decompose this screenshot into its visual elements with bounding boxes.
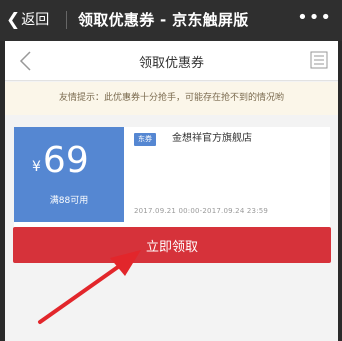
back-label: 返回 — [21, 12, 50, 28]
page-title: 领取优惠券 — [138, 56, 204, 71]
back-button[interactable]: ❮ 返回 — [6, 10, 49, 30]
currency-symbol: ¥ — [32, 159, 41, 175]
chevron-left-icon: ❮ — [6, 10, 21, 30]
coupon-amount: 69 — [42, 140, 89, 181]
more-icon[interactable]: ••• — [297, 6, 332, 30]
screen: ❮ 返回 领取优惠券 - 京东触屏版 ••• 领取优惠券 友情提示：此优惠券十分… — [0, 0, 342, 341]
coupon-info: 东券 金想祥官方旗舰店 2017.09.21 00:00-2017.09.24 … — [132, 127, 330, 222]
coupon-validity: 2017.09.21 00:00-2017.09.24 23:59 — [134, 207, 269, 215]
top-bar: ❮ 返回 领取优惠券 - 京东触屏版 ••• — [0, 0, 342, 41]
coupon-type-badge: 东券 — [134, 133, 156, 146]
coupon-condition: 满88可用 — [49, 196, 89, 206]
window-title: 领取优惠券 - 京东触屏版 — [78, 11, 249, 29]
nav-bar: 领取优惠券 — [5, 41, 338, 81]
divider — [66, 11, 67, 29]
coupon-value-block: ¥ 69 满88可用 — [14, 127, 124, 222]
tip-banner: 友情提示：此优惠券十分抢手，可能存在抢不到的情况哟 — [5, 82, 338, 115]
coupon-price: ¥ 69 — [32, 141, 89, 181]
menu-icon[interactable] — [310, 51, 328, 69]
shop-name: 金想祥官方旗舰店 — [172, 133, 252, 144]
page: 领取优惠券 友情提示：此优惠券十分抢手，可能存在抢不到的情况哟 ¥ 69 满88… — [5, 41, 338, 341]
claim-now-button[interactable]: 立即领取 — [13, 227, 331, 263]
